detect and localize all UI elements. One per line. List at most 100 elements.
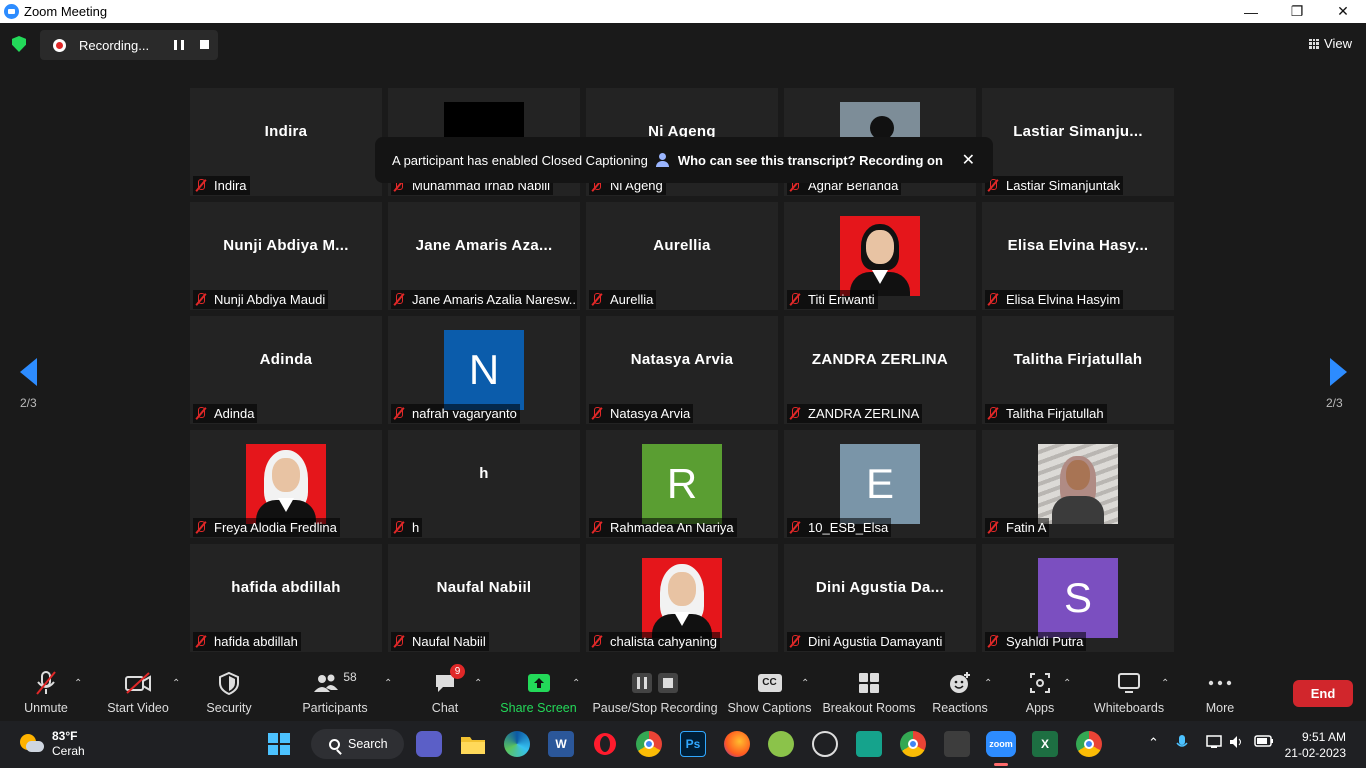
participant-tile[interactable]: ZANDRA ZERLINA ZANDRA ZERLINA — [784, 316, 976, 424]
breakout-rooms-label: Breakout Rooms — [822, 701, 916, 715]
reactions-button[interactable]: Reactions — [932, 660, 988, 720]
chat-label: Chat — [431, 701, 459, 715]
participant-tile[interactable]: Adinda Adinda — [190, 316, 382, 424]
reactions-chevron-icon[interactable]: ⌃ — [984, 678, 992, 689]
chat-button[interactable]: 9 Chat — [428, 660, 465, 720]
participant-tile[interactable]: Titi Eriwanti — [784, 202, 976, 310]
audio-options-chevron-icon[interactable]: ⌃ — [74, 678, 82, 689]
chrome-profile-icon[interactable] — [900, 731, 926, 757]
participant-name: Talitha Firjatullah — [1006, 406, 1104, 421]
transcript-link[interactable]: Who can see this transcript? Recording o… — [678, 153, 943, 168]
participant-name: Elisa Elvina Hasyim — [1006, 292, 1121, 307]
firefox-icon[interactable] — [724, 731, 750, 757]
chrome-profile2-icon[interactable] — [1076, 731, 1102, 757]
participants-chevron-icon[interactable]: ⌃ — [384, 678, 392, 689]
pause-recording-icon[interactable] — [174, 40, 184, 50]
start-video-button[interactable]: Start Video — [107, 660, 169, 720]
participant-name: Jane Amaris Azalia Naresw... — [412, 292, 577, 307]
participant-tile[interactable]: Fatin A — [982, 430, 1174, 538]
participant-tile[interactable]: Nnafrah vagaryanto — [388, 316, 580, 424]
muted-mic-icon — [195, 635, 207, 648]
taskbar-search[interactable]: Search — [311, 729, 404, 759]
participant-tile[interactable]: S Syahldi Putra — [982, 544, 1174, 652]
weather-icon[interactable] — [18, 732, 44, 754]
apps-button[interactable]: Apps — [1024, 660, 1056, 720]
participant-tile[interactable]: chalista cahyaning — [586, 544, 778, 652]
network-icon[interactable] — [1206, 735, 1224, 752]
participant-tile[interactable]: Lastiar Simanju... Lastiar Simanjuntak — [982, 88, 1174, 196]
system-clock[interactable]: 9:51 AM 21-02-2023 — [1285, 729, 1346, 761]
encryption-shield-icon[interactable] — [12, 36, 26, 52]
stop-recording-icon[interactable] — [200, 40, 209, 49]
participant-tile[interactable]: Nunji Abdiya M... Nunji Abdiya Maudi — [190, 202, 382, 310]
share-options-chevron-icon[interactable]: ⌃ — [572, 678, 580, 689]
breakout-rooms-button[interactable]: Breakout Rooms — [822, 660, 916, 720]
pause-stop-recording-button[interactable]: Pause/Stop Recording — [592, 660, 718, 720]
participant-tile[interactable]: Aurellia Aurellia — [586, 202, 778, 310]
apps-chevron-icon[interactable]: ⌃ — [1063, 678, 1071, 689]
participant-profile-photo — [642, 558, 722, 638]
next-page-arrow-icon[interactable] — [1330, 358, 1347, 386]
tray-overflow-chevron-icon[interactable]: ⌃ — [1148, 735, 1159, 751]
obs-icon[interactable] — [812, 731, 838, 757]
participant-tile[interactable]: Talitha Firjatullah Talitha Firjatullah — [982, 316, 1174, 424]
banner-close-icon[interactable]: ✕ — [962, 150, 975, 170]
muted-mic-icon — [591, 521, 603, 534]
game-app-icon[interactable] — [944, 731, 970, 757]
file-explorer-icon[interactable] — [460, 731, 486, 757]
unmute-button[interactable]: Unmute — [22, 660, 70, 720]
participant-tile[interactable]: Naufal Nabiil Naufal Nabiil — [388, 544, 580, 652]
excel-icon[interactable]: X — [1032, 731, 1058, 757]
chrome-icon[interactable] — [636, 731, 662, 757]
zoom-taskbar-icon[interactable]: zoom — [986, 731, 1016, 757]
muted-mic-icon — [591, 635, 603, 648]
share-screen-button[interactable]: Share Screen — [500, 660, 577, 720]
clock-date: 21-02-2023 — [1284, 746, 1346, 760]
view-label: View — [1324, 36, 1352, 51]
participant-tile[interactable]: Indira Indira — [190, 88, 382, 196]
participant-tile[interactable]: Natasya Arvia Natasya Arvia — [586, 316, 778, 424]
participant-tile[interactable]: Elisa Elvina Hasy... Elisa Elvina Hasyim — [982, 202, 1174, 310]
windows-start-icon[interactable] — [266, 731, 292, 757]
volume-icon[interactable] — [1229, 735, 1245, 752]
participant-initial-avatar: E — [840, 444, 920, 524]
more-label: More — [1205, 701, 1235, 715]
stop-icon — [658, 673, 678, 693]
close-window-button[interactable]: ✕ — [1320, 0, 1366, 23]
opera-icon[interactable] — [592, 731, 618, 757]
more-button[interactable]: More — [1203, 660, 1237, 720]
restore-button[interactable]: ❐ — [1274, 0, 1320, 23]
photoshop-icon[interactable]: Ps — [680, 731, 706, 757]
edge-icon[interactable] — [504, 731, 530, 757]
participant-tile[interactable]: hafida abdillah hafida abdillah — [190, 544, 382, 652]
teal-app-icon[interactable] — [856, 731, 882, 757]
participant-name: chalista cahyaning — [610, 634, 717, 649]
participant-tile[interactable]: E 10_ESB_Elsa — [784, 430, 976, 538]
participant-name: Lastiar Simanjuntak — [1006, 178, 1121, 193]
battery-icon[interactable] — [1254, 735, 1274, 750]
whiteboards-button[interactable]: Whiteboards — [1093, 660, 1165, 720]
end-meeting-button[interactable]: End — [1293, 680, 1353, 707]
participant-tile[interactable]: Jane Amaris Aza... Jane Amaris Azalia Nar… — [388, 202, 580, 310]
previous-page-arrow-icon[interactable] — [20, 358, 37, 386]
security-button[interactable]: Security — [205, 660, 253, 720]
participant-tile[interactable]: R Rahmadea An Nariya — [586, 430, 778, 538]
video-options-chevron-icon[interactable]: ⌃ — [172, 678, 180, 689]
recording-indicator: Recording... — [40, 30, 218, 60]
window-title: Zoom Meeting — [24, 4, 108, 19]
weather-widget[interactable]: 83°F Cerah — [52, 729, 85, 759]
tray-mic-icon[interactable] — [1176, 735, 1188, 754]
participants-button[interactable]: 58 Participants — [302, 660, 368, 720]
show-captions-button[interactable]: CC Show Captions — [727, 660, 812, 720]
whiteboards-chevron-icon[interactable]: ⌃ — [1161, 678, 1169, 689]
view-button[interactable]: View — [1309, 36, 1352, 51]
captions-chevron-icon[interactable]: ⌃ — [801, 678, 809, 689]
meet-now-icon[interactable] — [416, 731, 442, 757]
green-app-icon[interactable] — [768, 731, 794, 757]
chat-chevron-icon[interactable]: ⌃ — [474, 678, 482, 689]
word-icon[interactable]: W — [548, 731, 574, 757]
participant-tile[interactable]: Freya Alodia Fredlina — [190, 430, 382, 538]
participant-tile[interactable]: Dini Agustia Da... Dini Agustia Damayanti — [784, 544, 976, 652]
minimize-button[interactable]: — — [1228, 0, 1274, 23]
participant-tile[interactable]: hh — [388, 430, 580, 538]
